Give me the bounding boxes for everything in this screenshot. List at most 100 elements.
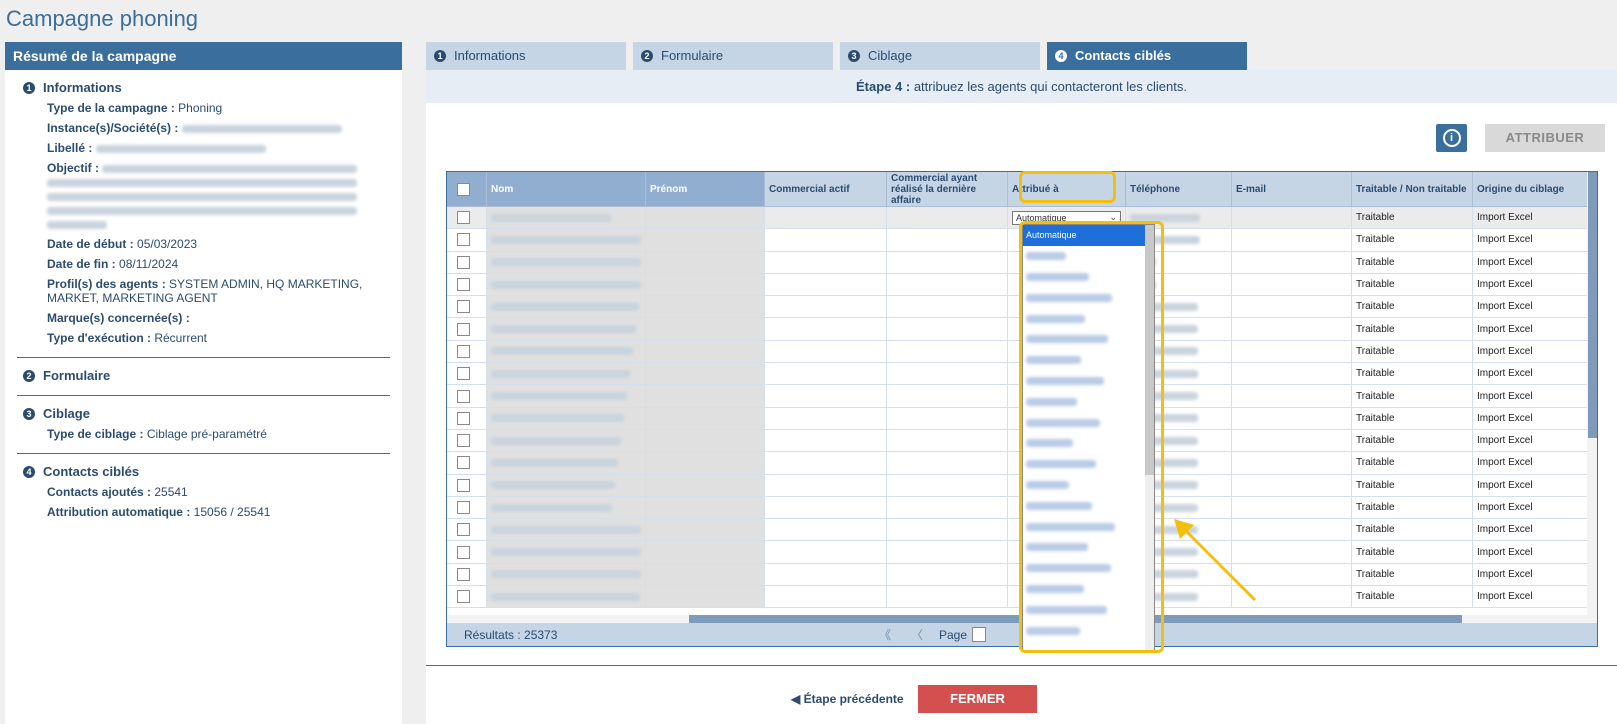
traitable-cell: Traitable <box>1352 474 1473 496</box>
commercial-actif-cell <box>765 251 887 273</box>
row-checkbox-cell <box>447 429 487 452</box>
commercial-derniere-affaire-cell <box>887 563 1008 586</box>
origine-cell: Import Excel <box>1473 452 1595 474</box>
row-checkbox-cell <box>447 452 487 474</box>
campaign-summary-panel: Résumé de la campagne 1 Informations Type… <box>5 42 402 724</box>
row-checkbox[interactable] <box>457 389 470 403</box>
traitable-cell: Traitable <box>1352 363 1473 385</box>
previous-page-icon[interactable]: 〈 <box>907 626 927 643</box>
commercial-derniere-affaire-cell <box>887 229 1008 251</box>
prenom-cell <box>646 385 765 407</box>
col-prenom[interactable]: Prénom <box>646 172 765 206</box>
prenom-cell <box>646 496 765 519</box>
row-checkbox[interactable] <box>457 211 470 225</box>
commercial-derniere-affaire-cell <box>887 429 1008 452</box>
info-button[interactable]: i <box>1436 124 1467 152</box>
table-vertical-scrollbar[interactable] <box>1587 172 1597 646</box>
col-origine[interactable]: Origine du ciblage <box>1473 172 1595 206</box>
tab-ciblage[interactable]: 3 Ciblage <box>840 42 1040 70</box>
traitable-cell: Traitable <box>1352 340 1473 363</box>
campaign-execution: Type d'exécution : Récurrent <box>47 331 208 345</box>
row-checkbox-cell <box>447 296 487 318</box>
row-checkbox[interactable] <box>457 478 470 492</box>
step-2-badge: 2 <box>23 369 35 382</box>
commercial-derniere-affaire-cell <box>887 273 1008 296</box>
col-commercial-actif[interactable]: Commercial actif <box>765 172 887 206</box>
nom-cell <box>487 496 646 519</box>
attribuer-button[interactable]: ATTRIBUER <box>1485 124 1605 152</box>
commercial-actif-cell <box>765 273 887 296</box>
commercial-derniere-affaire-cell <box>887 452 1008 474</box>
commercial-actif-cell <box>765 207 887 229</box>
col-commercial-derniere-affaire[interactable]: Commercial ayant réalisé la dernière aff… <box>887 172 1008 206</box>
tab-label: Contacts ciblés <box>1075 48 1172 63</box>
row-checkbox[interactable] <box>457 545 470 559</box>
campaign-marques: Marque(s) concernée(s) : <box>47 311 190 325</box>
wizard-tabs: 1 Informations 2 Formulaire 3 Ciblage 4 Cont… <box>426 42 1254 70</box>
prenom-cell <box>646 318 765 340</box>
tab-informations[interactable]: 1 Informations <box>426 42 626 70</box>
origine-cell: Import Excel <box>1473 563 1595 586</box>
commercial-derniere-affaire-cell <box>887 385 1008 407</box>
email-cell <box>1232 251 1352 273</box>
row-checkbox[interactable] <box>457 367 470 381</box>
tab-number-badge: 2 <box>641 50 653 62</box>
traitable-cell: Traitable <box>1352 496 1473 519</box>
row-checkbox[interactable] <box>457 300 470 314</box>
row-checkbox-cell <box>447 363 487 385</box>
info-icon: i <box>1442 129 1461 147</box>
email-cell <box>1232 363 1352 385</box>
commercial-derniere-affaire-cell <box>887 207 1008 229</box>
email-cell <box>1232 407 1352 429</box>
tab-contacts-cibles[interactable]: 4 Contacts ciblés <box>1047 42 1247 70</box>
row-checkbox[interactable] <box>457 344 470 358</box>
origine-cell: Import Excel <box>1473 363 1595 385</box>
prenom-cell <box>646 296 765 318</box>
row-checkbox[interactable] <box>457 434 470 448</box>
tab-label: Ciblage <box>868 48 913 63</box>
nom-cell <box>487 563 646 586</box>
section-title: Contacts ciblés <box>43 464 140 479</box>
row-checkbox-cell <box>447 519 487 541</box>
row-checkbox[interactable] <box>457 456 470 470</box>
commercial-actif-cell <box>765 407 887 429</box>
nom-cell <box>487 340 646 363</box>
commercial-actif-cell <box>765 429 887 452</box>
prenom-cell <box>646 474 765 496</box>
email-cell <box>1232 273 1352 296</box>
origine-cell: Import Excel <box>1473 541 1595 563</box>
nom-cell <box>487 229 646 251</box>
prenom-cell <box>646 340 765 363</box>
page-title: Campagne phoning <box>6 6 199 31</box>
row-checkbox-cell <box>447 474 487 496</box>
header-highlight <box>1019 171 1116 203</box>
row-checkbox-cell <box>447 496 487 519</box>
section-title: Informations <box>43 80 122 95</box>
row-checkbox[interactable] <box>457 567 470 581</box>
previous-step-link[interactable]: ◀ Étape précédente <box>791 692 904 706</box>
row-checkbox[interactable] <box>457 501 470 514</box>
row-checkbox[interactable] <box>457 278 470 292</box>
traitable-cell: Traitable <box>1352 407 1473 429</box>
prenom-cell <box>646 407 765 429</box>
row-checkbox-cell <box>447 251 487 273</box>
row-checkbox[interactable] <box>457 233 470 247</box>
traitable-cell: Traitable <box>1352 385 1473 407</box>
tab-formulaire[interactable]: 2 Formulaire <box>633 42 833 70</box>
row-checkbox[interactable] <box>457 255 470 269</box>
row-checkbox[interactable] <box>457 322 470 336</box>
row-checkbox[interactable] <box>457 411 470 425</box>
col-traitable[interactable]: Traitable / Non traitable <box>1352 172 1473 206</box>
page-input[interactable] <box>972 627 987 642</box>
row-checkbox[interactable] <box>457 523 470 537</box>
first-page-icon[interactable]: 《 <box>875 626 895 643</box>
select-all-checkbox[interactable] <box>457 182 470 196</box>
contacts-ajoutes: Contacts ajoutés : 25541 <box>47 485 188 499</box>
commercial-actif-cell <box>765 229 887 251</box>
col-email[interactable]: E-mail <box>1232 172 1352 206</box>
col-nom[interactable]: Nom <box>487 172 646 206</box>
col-telephone[interactable]: Téléphone <box>1126 172 1232 206</box>
row-checkbox[interactable] <box>457 590 470 604</box>
close-button[interactable]: FERMER <box>918 685 1037 713</box>
row-checkbox-cell <box>447 563 487 586</box>
